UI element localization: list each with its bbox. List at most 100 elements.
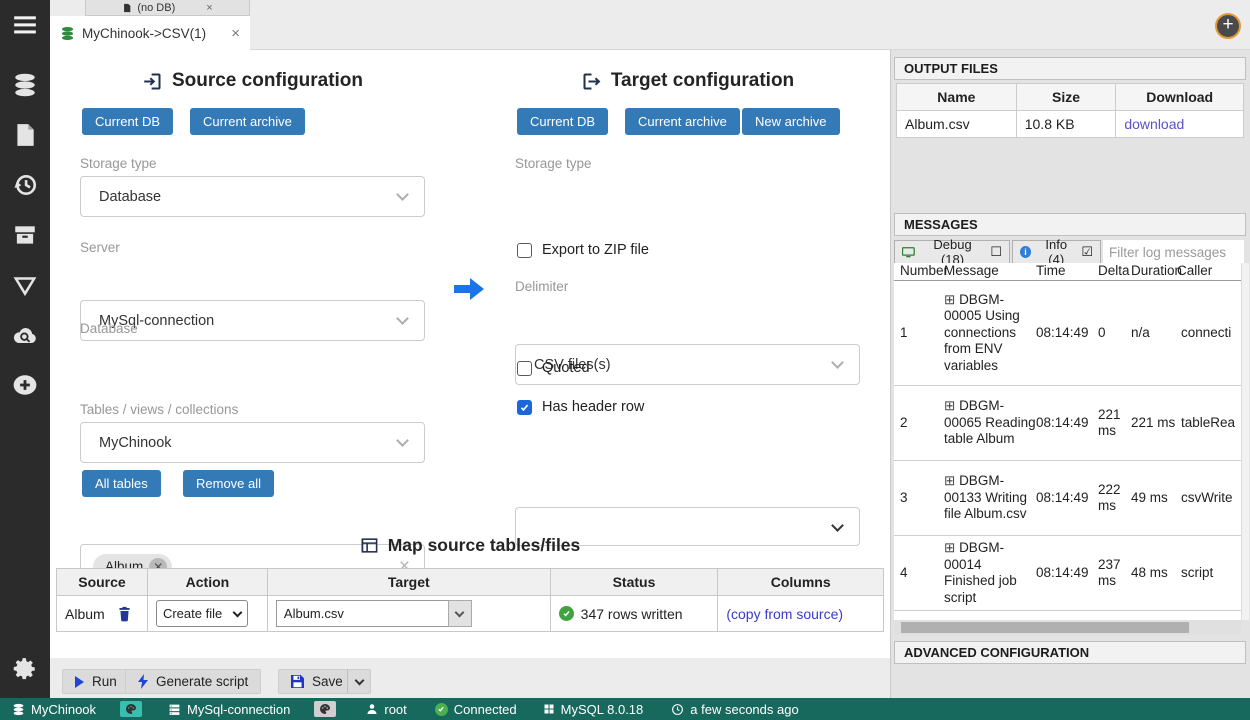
action-cell: Create file: [147, 596, 267, 632]
scrollbar-thumb[interactable]: [901, 622, 1189, 633]
settings-icon[interactable]: [12, 656, 38, 682]
source-storage-type-label: Storage type: [80, 156, 157, 171]
add-icon[interactable]: [12, 372, 38, 398]
save-dropdown-button[interactable]: [347, 669, 371, 694]
expand-icon[interactable]: ⊞: [944, 540, 959, 555]
info-filter-button[interactable]: i Info (4) ☑: [1012, 240, 1101, 264]
messages-header-row: Number Message Time Delta Duration Calle…: [894, 263, 1241, 281]
tab-mychinook-csv[interactable]: MyChinook->CSV(1) ×: [50, 16, 250, 50]
generate-script-button[interactable]: Generate script: [125, 669, 261, 694]
left-icon-rail: [0, 0, 50, 698]
statusbar-updated: a few seconds ago: [671, 702, 798, 717]
target-current-archive-button[interactable]: Current archive: [625, 108, 740, 135]
map-table-row: Album Create file 347 rows wr: [57, 596, 884, 632]
all-tables-button[interactable]: All tables: [82, 470, 161, 497]
col-target: Target: [267, 569, 550, 596]
horizontal-scrollbar[interactable]: [894, 620, 1241, 635]
source-current-archive-button[interactable]: Current archive: [190, 108, 305, 135]
close-icon[interactable]: ×: [231, 25, 240, 42]
target-config-title: Target configuration: [515, 70, 860, 92]
connection-color-button[interactable]: [314, 701, 336, 717]
filter-icon[interactable]: [12, 272, 38, 298]
run-button[interactable]: Run: [62, 669, 130, 694]
tab-group-no-db[interactable]: (no DB) ×: [85, 0, 250, 16]
statusbar-database[interactable]: MyChinook: [12, 702, 96, 717]
cloud-search-icon[interactable]: [12, 323, 38, 349]
expand-icon[interactable]: ⊞: [944, 292, 959, 307]
statusbar-user: root: [366, 702, 406, 717]
filter-log-input[interactable]: [1103, 240, 1244, 264]
server-label: Server: [80, 240, 120, 255]
history-icon[interactable]: [12, 172, 38, 198]
output-files-table: Name Size Download Album.csv 10.8 KB dow…: [896, 83, 1244, 138]
output-files-header[interactable]: OUTPUT FILES: [894, 57, 1246, 80]
save-button[interactable]: Save: [278, 669, 355, 694]
checkbox-checked-icon: ☑: [1081, 244, 1093, 260]
output-files-header-row: Name Size Download: [897, 84, 1244, 111]
chevron-down-icon: [233, 607, 243, 617]
checkbox-checked[interactable]: [517, 400, 532, 415]
chevron-down-icon: [831, 356, 844, 369]
col-source: Source: [57, 569, 148, 596]
map-table-header-row: Source Action Target Status Columns: [57, 569, 884, 596]
tab-label: MyChinook->CSV(1): [82, 26, 206, 41]
check-icon: [519, 402, 530, 413]
new-archive-button[interactable]: New archive: [742, 108, 840, 135]
source-cell: Album: [57, 596, 148, 632]
map-tables-title: Map source tables/files: [50, 535, 890, 556]
file-name: Album.csv: [897, 111, 1017, 138]
statusbar-connection[interactable]: MySql-connection: [168, 702, 290, 717]
col-status: Status: [550, 569, 718, 596]
remove-all-button[interactable]: Remove all: [183, 470, 274, 497]
quoted-checkbox-row[interactable]: Quoted: [517, 360, 590, 376]
file-icon: [122, 2, 132, 14]
log-row[interactable]: 3 ⊞ DBGM-00133 Writing file Album.csv 08…: [894, 461, 1241, 536]
database-icon[interactable]: [12, 72, 38, 98]
has-header-checkbox-row[interactable]: Has header row: [517, 399, 644, 415]
tab-bar: (no DB) × MyChinook->CSV(1) × +: [50, 0, 1250, 50]
debug-filter-button[interactable]: Debug (18) ☐: [894, 240, 1010, 264]
export-config-card: Source configuration Current DB Current …: [50, 50, 890, 658]
statusbar-status: Connected: [435, 702, 517, 717]
database-label: Database: [80, 321, 138, 336]
download-link[interactable]: download: [1124, 116, 1184, 132]
expand-icon[interactable]: ⊞: [944, 398, 959, 413]
save-icon: [291, 675, 304, 688]
target-file-input[interactable]: [276, 600, 448, 627]
target-current-db-button[interactable]: Current DB: [517, 108, 608, 135]
vertical-scrollbar[interactable]: [1241, 263, 1249, 620]
messages-table: Number Message Time Delta Duration Calle…: [894, 263, 1241, 620]
menu-icon[interactable]: [12, 12, 38, 38]
clock-icon: [671, 703, 684, 716]
db-color-button[interactable]: [120, 701, 142, 717]
database-select[interactable]: MyChinook: [80, 422, 425, 463]
advanced-config-header[interactable]: ADVANCED CONFIGURATION: [894, 641, 1246, 664]
target-dropdown-button[interactable]: [448, 600, 472, 627]
action-select[interactable]: Create file: [156, 600, 248, 627]
messages-header[interactable]: MESSAGES: [894, 213, 1246, 236]
col-size: Size: [1016, 84, 1116, 111]
log-row[interactable]: 4 ⊞ DBGM-00014 Finished job script 08:14…: [894, 536, 1241, 611]
chevron-down-icon: [455, 607, 465, 617]
file-icon[interactable]: [12, 122, 38, 148]
source-current-db-button[interactable]: Current DB: [82, 108, 173, 135]
log-row[interactable]: 2 ⊞ DBGM-00065 Reading table Album 08:14…: [894, 386, 1241, 461]
copy-from-source-link[interactable]: (copy from source): [726, 606, 843, 622]
source-storage-type-select[interactable]: Database: [80, 176, 425, 217]
checkbox-unchecked[interactable]: [517, 243, 532, 258]
columns-cell: (copy from source): [718, 596, 884, 632]
col-name: Name: [897, 84, 1017, 111]
export-zip-checkbox-row[interactable]: Export to ZIP file: [517, 242, 649, 258]
log-row[interactable]: 1 ⊞ DBGM-00005 Using connections from EN…: [894, 281, 1241, 386]
archive-icon[interactable]: [12, 222, 38, 248]
col-action: Action: [147, 569, 267, 596]
target-storage-type-label: Storage type: [515, 156, 592, 171]
trash-icon[interactable]: [118, 606, 131, 622]
close-icon[interactable]: ×: [206, 2, 212, 14]
new-tab-button[interactable]: +: [1215, 13, 1241, 39]
checkbox-unchecked[interactable]: [517, 361, 532, 376]
bottom-toolbar: Run Generate script Save: [50, 658, 890, 698]
play-icon: [75, 676, 84, 688]
user-icon: [366, 703, 378, 715]
expand-icon[interactable]: ⊞: [944, 473, 959, 488]
